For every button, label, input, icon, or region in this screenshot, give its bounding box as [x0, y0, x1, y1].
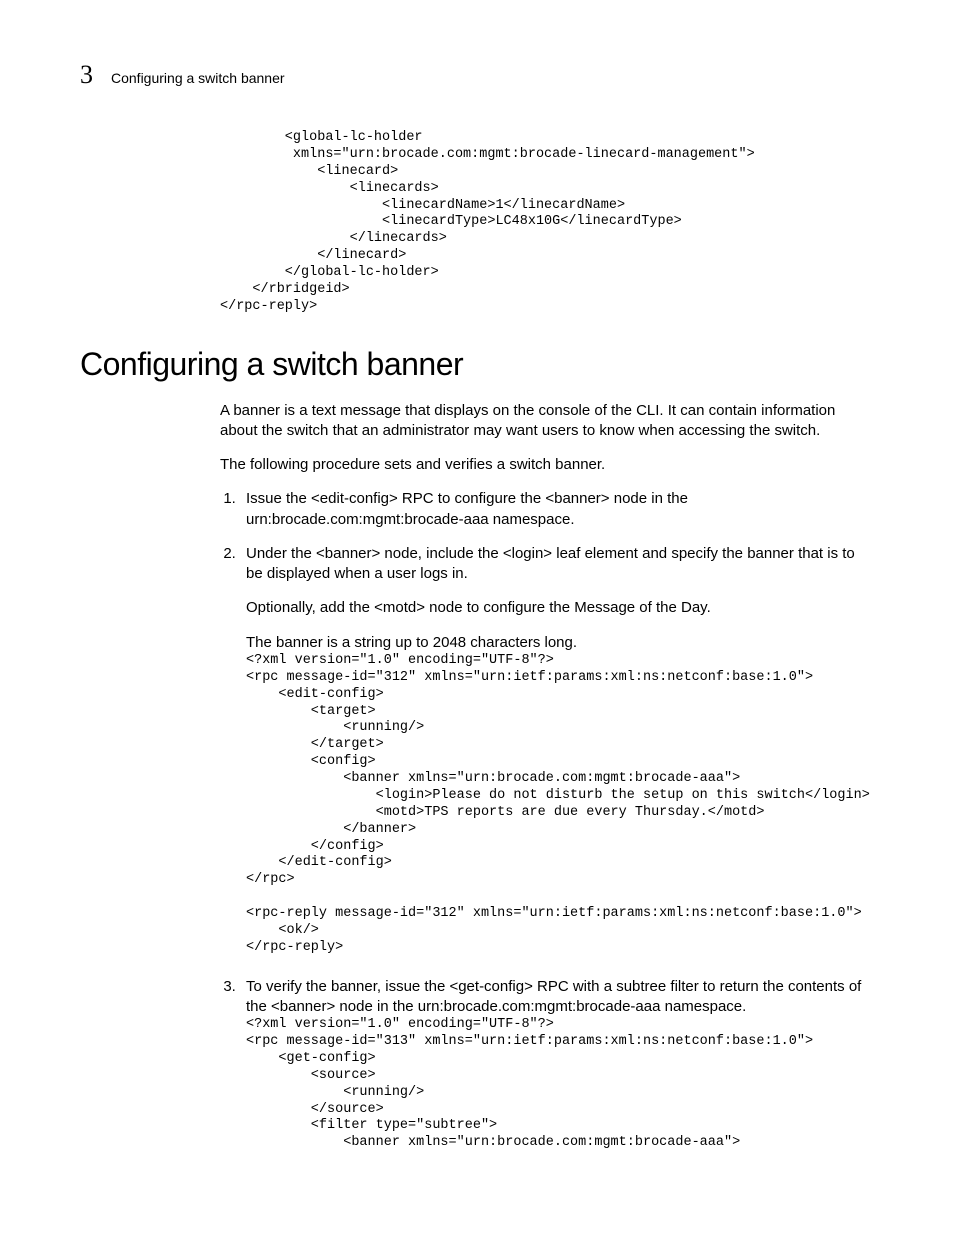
step-2-text: Under the <banner> node, include the <lo…: [246, 545, 855, 582]
intro-paragraph-1: A banner is a text message that displays…: [220, 401, 874, 442]
chapter-number: 3: [80, 60, 93, 90]
intro-paragraph-2: The following procedure sets and verifie…: [220, 455, 874, 475]
step-2-note-1: Optionally, add the <motd> node to confi…: [246, 598, 874, 618]
step-1: Issue the <edit-config> RPC to configure…: [240, 489, 874, 530]
step-3: To verify the banner, issue the <get-con…: [240, 977, 874, 1153]
section-body: A banner is a text message that displays…: [220, 401, 874, 1153]
code-block-rpc-reply: <global-lc-holder xmlns="urn:brocade.com…: [220, 130, 874, 316]
step-1-text: Issue the <edit-config> RPC to configure…: [246, 490, 688, 527]
step-2: Under the <banner> node, include the <lo…: [240, 544, 874, 957]
section-heading: Configuring a switch banner: [80, 346, 874, 383]
page-header: 3 Configuring a switch banner: [80, 60, 874, 90]
code-block-get-config: <?xml version="1.0" encoding="UTF-8"?> <…: [246, 1017, 874, 1152]
page-container: 3 Configuring a switch banner <global-lc…: [0, 0, 954, 1232]
procedure-steps: Issue the <edit-config> RPC to configure…: [220, 489, 874, 1152]
main-content: <global-lc-holder xmlns="urn:brocade.com…: [220, 130, 874, 316]
step-2-note-2: The banner is a string up to 2048 charac…: [246, 633, 874, 653]
step-3-text: To verify the banner, issue the <get-con…: [246, 978, 861, 1015]
code-block-edit-config: <?xml version="1.0" encoding="UTF-8"?> <…: [246, 653, 874, 957]
header-title: Configuring a switch banner: [111, 70, 285, 86]
